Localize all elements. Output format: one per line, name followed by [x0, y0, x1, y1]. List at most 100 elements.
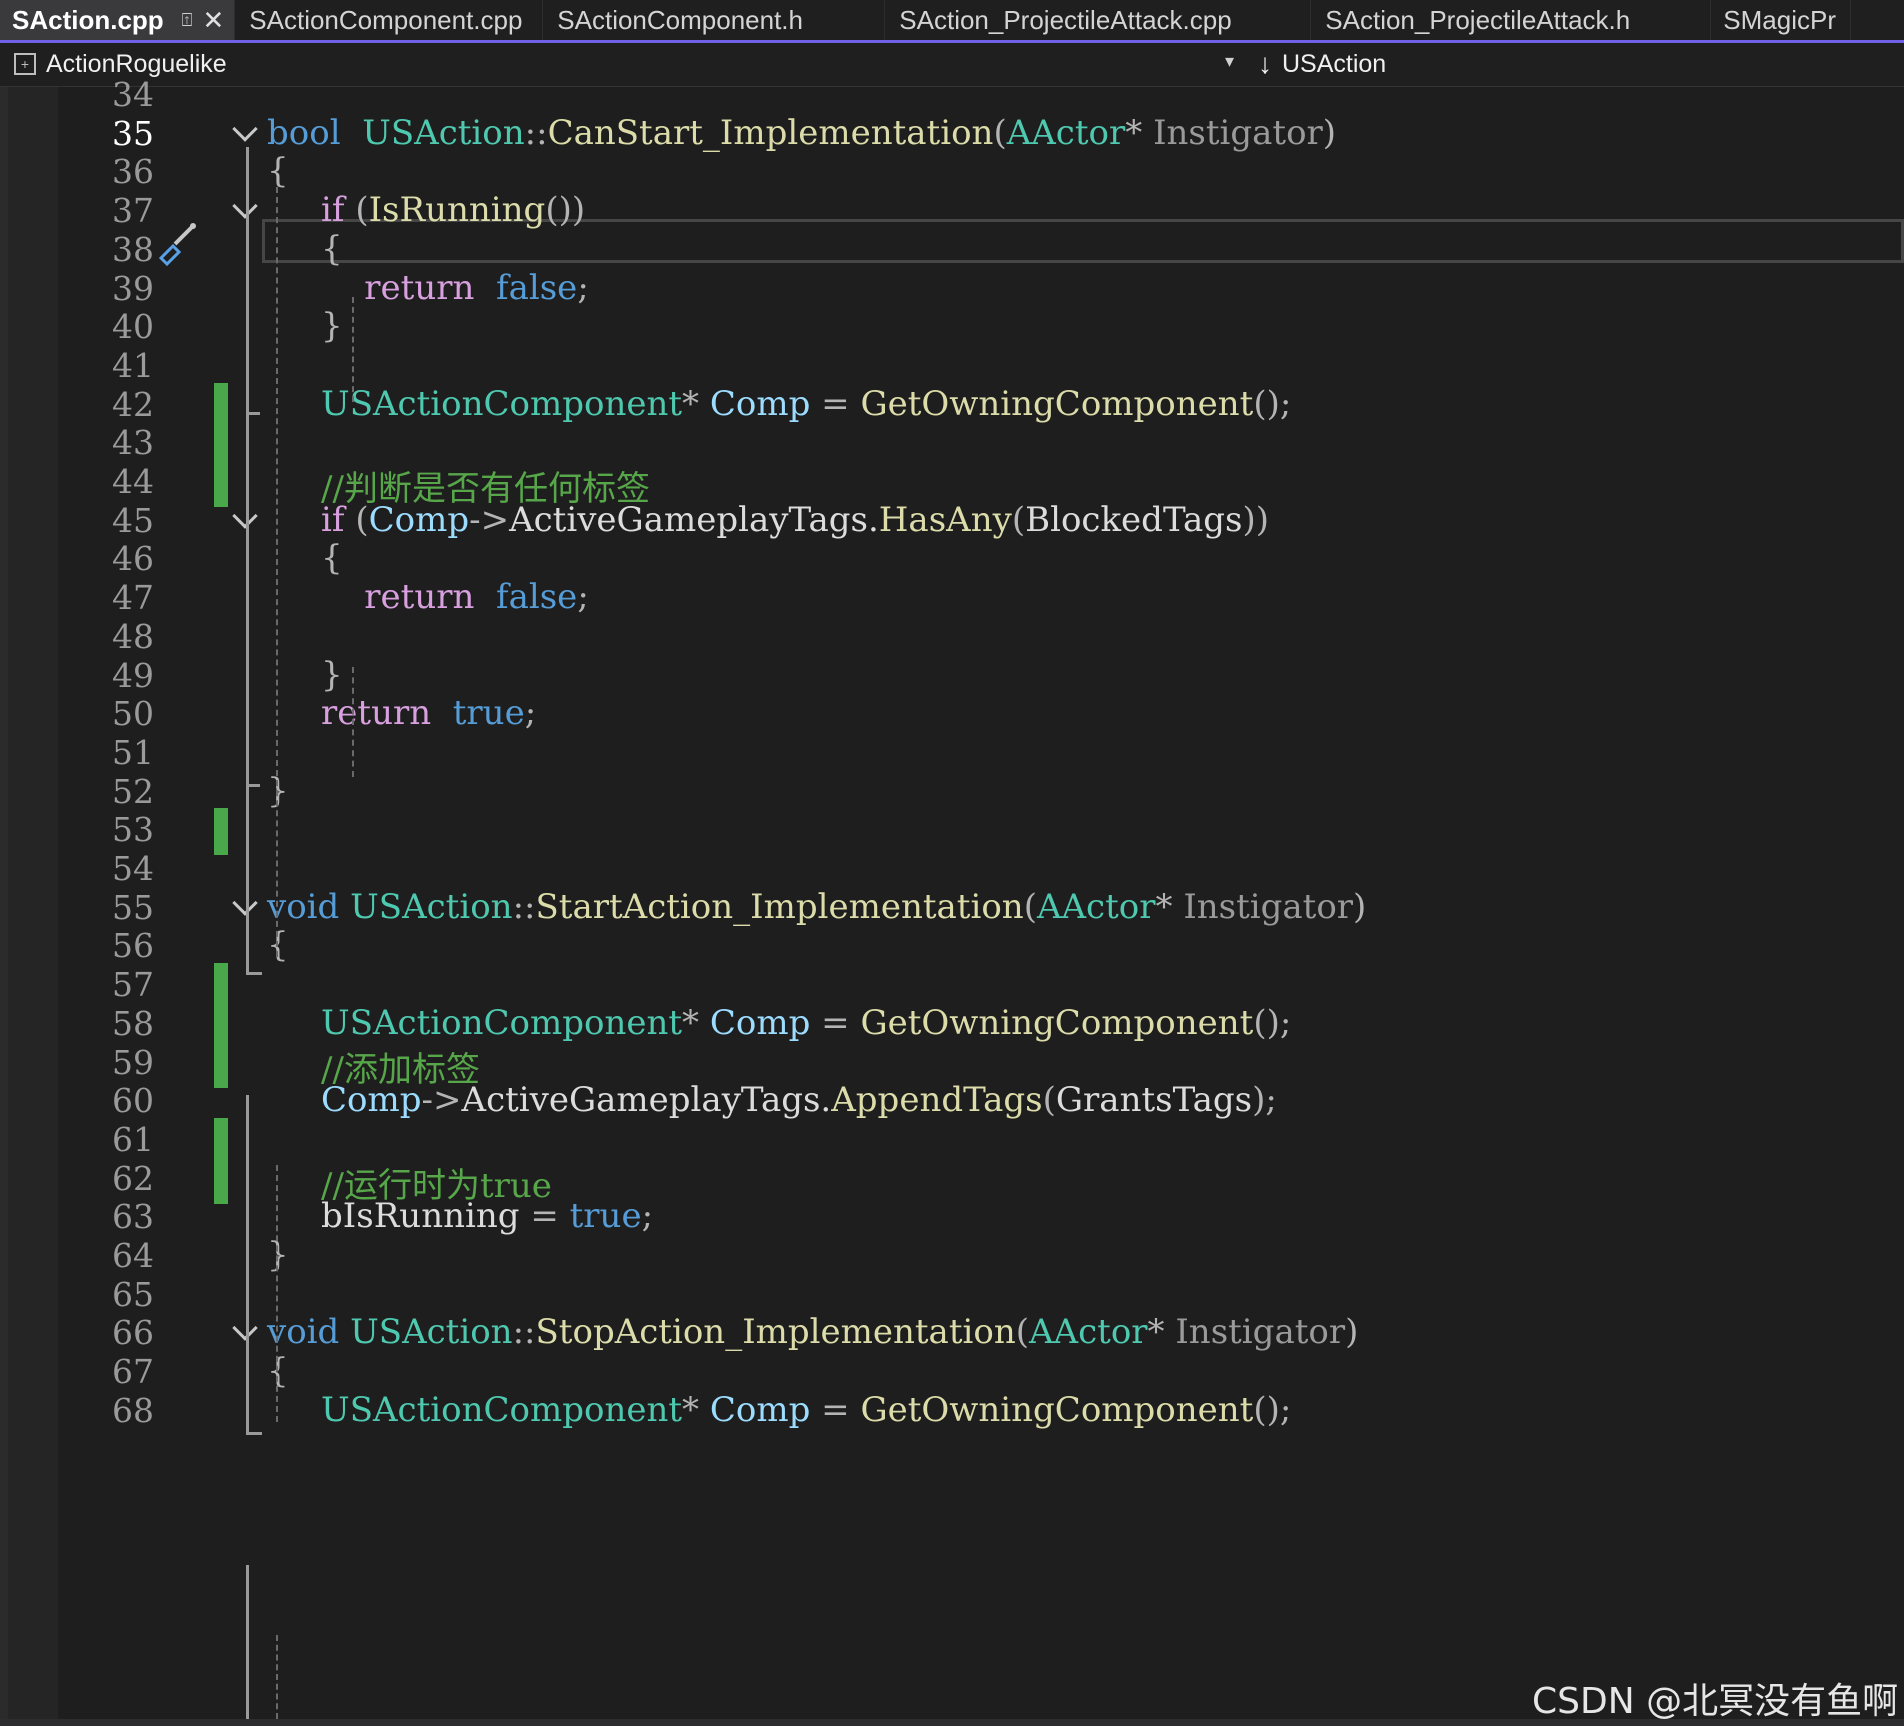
tab-label: SMagicPr	[1723, 4, 1836, 35]
fold-chevron-icon[interactable]	[232, 502, 258, 529]
code-token: ::	[512, 1312, 536, 1353]
tab-sactioncomponent-h[interactable]: SActionComponent.h	[543, 0, 886, 40]
fold-chevron-icon[interactable]	[232, 1315, 258, 1342]
line-number: 56	[112, 926, 154, 966]
line-number: 42	[112, 384, 154, 424]
code-text: bIsRunning = true;	[267, 1196, 653, 1236]
code-text: return true;	[267, 693, 536, 733]
line-number: 54	[112, 849, 154, 888]
code-token: Comp	[321, 1080, 422, 1121]
code-token: Comp	[709, 1002, 811, 1043]
code-token: (	[1023, 886, 1037, 927]
code-token: (	[1042, 1080, 1056, 1121]
code-text: if (IsRunning())	[267, 190, 585, 230]
close-icon[interactable]: ✕	[202, 5, 224, 36]
code-token: ;	[577, 267, 589, 308]
line-number: 60	[112, 1081, 154, 1121]
indent-guide	[276, 187, 278, 957]
code-editor[interactable]: 34 35 bool USAction::CanStart_Implementati…	[0, 75, 1904, 1719]
code-token: bool	[267, 112, 341, 153]
line-number: 49	[112, 655, 154, 695]
line-number: 51	[112, 732, 154, 772]
code-line[interactable]: 68 USActionComponent* Comp = GetOwningCo…	[0, 1389, 1904, 1435]
tab-sactioncomponent-cpp[interactable]: SActionComponent.cpp	[235, 0, 544, 40]
code-token: ActiveGameplayTags.	[509, 499, 879, 540]
code-text: }	[267, 306, 343, 346]
code-token: =	[810, 1389, 861, 1430]
tab-saction-projectileattack-cpp[interactable]: SAction_ProjectileAttack.cpp	[885, 0, 1312, 40]
code-token: *	[682, 383, 710, 424]
chevron-down-icon[interactable]: ▾	[1225, 51, 1234, 72]
document-tab-bar: SAction.cpp ⍐ ✕ SActionComponent.cpp SAc…	[0, 0, 1904, 43]
code-token: USActionComponent	[321, 1389, 683, 1430]
code-token: (	[1015, 1312, 1029, 1353]
code-token: Instigator	[1175, 1312, 1346, 1353]
code-token: Instigator	[1153, 112, 1323, 153]
outline-guide	[246, 267, 249, 415]
code-token: return	[321, 693, 432, 734]
fold-chevron-icon[interactable]	[232, 889, 258, 916]
line-number: 58	[112, 1003, 154, 1043]
code-token: AppendTags	[831, 1080, 1043, 1121]
code-token: bIsRunning	[321, 1196, 520, 1237]
code-token: CanStart_Implementation	[547, 112, 994, 153]
pin-icon[interactable]: ⍐	[182, 10, 193, 31]
code-text: {	[267, 151, 289, 191]
tab-smagicprojectile[interactable]: SMagicPr	[1711, 0, 1852, 40]
code-token: USAction	[339, 886, 513, 927]
code-token: ;	[641, 1196, 654, 1237]
line-number: 44	[112, 462, 154, 501]
code-token: USAction	[362, 112, 525, 153]
line-number: 61	[112, 1119, 154, 1159]
line-number: 50	[112, 694, 154, 734]
project-icon: +	[14, 53, 36, 75]
code-token: if	[321, 190, 345, 231]
code-text: {	[267, 229, 343, 269]
line-number: 41	[112, 345, 154, 385]
line-number: 52	[112, 771, 154, 811]
watermark: CSDN @北冥没有鱼啊	[1532, 1681, 1899, 1722]
code-token: false	[496, 267, 578, 308]
line-number: 57	[112, 965, 154, 1005]
tab-label: SActionComponent.h	[557, 4, 803, 35]
code-token: ->	[421, 1080, 462, 1121]
line-number: 43	[112, 423, 154, 463]
code-token: *	[1155, 886, 1184, 927]
code-token: {	[321, 538, 343, 579]
code-token: ();	[1253, 1389, 1292, 1430]
code-token: ;	[524, 693, 537, 734]
code-token: *	[1125, 112, 1154, 153]
line-number: 65	[112, 1274, 154, 1314]
code-token: ();	[1253, 383, 1292, 424]
line-number: 47	[112, 578, 154, 618]
code-token: BlockedTags	[1025, 499, 1243, 540]
code-token: Comp	[709, 383, 811, 424]
code-token: ;	[577, 577, 589, 618]
code-token: =	[810, 383, 861, 424]
outline-guide	[246, 972, 262, 975]
code-token: {	[267, 151, 289, 192]
fold-chevron-icon[interactable]	[232, 115, 258, 142]
code-token: GetOwningComponent	[860, 383, 1254, 424]
indent-guide	[276, 1165, 278, 1422]
tab-saction-projectileattack-h[interactable]: SAction_ProjectileAttack.h	[1311, 0, 1712, 40]
line-number: 36	[112, 152, 154, 192]
code-token: )	[1353, 886, 1367, 927]
line-number: 37	[112, 191, 154, 231]
code-text: if (Comp->ActiveGameplayTags.HasAny(Bloc…	[267, 500, 1269, 540]
code-token: =	[810, 1002, 861, 1043]
fold-chevron-icon[interactable]	[232, 193, 258, 219]
code-token: }	[321, 654, 343, 695]
tab-saction-cpp[interactable]: SAction.cpp ⍐ ✕	[0, 0, 236, 40]
code-token: Comp	[368, 499, 470, 540]
tab-label: SAction_ProjectileAttack.h	[1325, 4, 1631, 35]
code-token: {	[321, 228, 343, 269]
code-token: ->	[469, 499, 510, 540]
code-text: return false;	[267, 268, 589, 308]
line-number: 59	[112, 1042, 154, 1082]
